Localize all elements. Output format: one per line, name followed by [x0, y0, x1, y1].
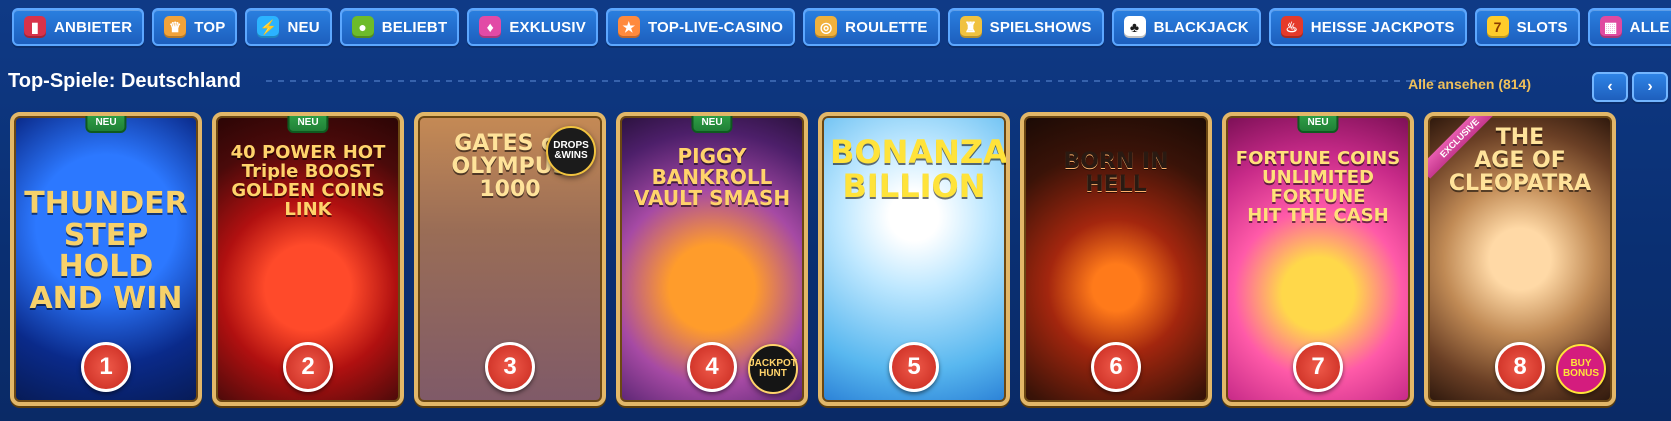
view-all-link[interactable]: Alle ansehen (814)	[1408, 76, 1531, 92]
rank-badge: 6	[1091, 342, 1141, 392]
game-card[interactable]: GATES of OLYMPUS 1000 DROPS &WINS 3	[414, 112, 606, 406]
nav-item-exklusiv[interactable]: ♦ EXKLUSIV	[467, 8, 598, 46]
section-divider	[266, 80, 1436, 82]
chili-icon: ♨	[1280, 16, 1303, 38]
nav-item-top[interactable]: ♛ TOP	[152, 8, 238, 46]
starfish-icon: ★	[617, 16, 640, 38]
nav-item-blackjack[interactable]: ♣ BLACKJACK	[1111, 8, 1261, 46]
chevron-right-icon: ›	[1647, 78, 1653, 95]
game-title: PIGGY BANKROLL VAULT SMASH	[633, 144, 791, 210]
crown-icon: ♛	[164, 16, 187, 38]
chevron-left-icon: ‹	[1607, 78, 1613, 95]
nav-item-beliebt[interactable]: ● BELIEBT	[339, 8, 460, 46]
nav-item-top-live-casino[interactable]: ★ TOP-LIVE-CASINO	[605, 8, 796, 46]
nav-label: TOP	[194, 18, 226, 36]
book-icon: ▮	[24, 16, 46, 38]
next-button[interactable]: ›	[1632, 72, 1668, 102]
game-title: FORTUNE COINS UNLIMITED FORTUNE HIT THE …	[1235, 148, 1401, 226]
nav-label: TOP-LIVE-CASINO	[647, 18, 784, 36]
game-title: 40 POWER HOT Triple BOOST GOLDEN COINS L…	[230, 142, 386, 220]
nav-item-heisse-jackpots[interactable]: ♨ HEISSE JACKPOTS	[1268, 8, 1467, 46]
grid-icon: ▦	[1599, 16, 1622, 38]
nav-item-neu[interactable]: ⚡ NEU	[245, 8, 332, 46]
jackpot-hunt-badge: JACKPOT HUNT	[748, 344, 798, 394]
nav-item-slots[interactable]: 7 SLOTS	[1474, 8, 1580, 46]
buy-bonus-badge: BUY BONUS	[1556, 344, 1606, 394]
game-title: BORN IN HELL	[1063, 149, 1169, 198]
nav-label: EXKLUSIV	[509, 18, 586, 36]
prev-button[interactable]: ‹	[1592, 72, 1628, 102]
rank-badge: 1	[81, 342, 131, 392]
rank-badge: 4	[687, 342, 737, 392]
game-card[interactable]: NEU 40 POWER HOT Triple BOOST GOLDEN COI…	[212, 112, 404, 406]
rank-badge: 3	[485, 342, 535, 392]
new-badge: NEU	[85, 116, 127, 133]
game-carousel: NEU THUNDER STEP HOLD AND WIN 1 NEU 40 P…	[10, 112, 1616, 406]
nav-label: SLOTS	[1516, 18, 1568, 36]
nav-label: BLACKJACK	[1153, 18, 1249, 36]
nav-label: NEU	[287, 18, 320, 36]
game-card[interactable]: BORN IN HELL 6	[1020, 112, 1212, 406]
nav-label: ANBIETER	[54, 18, 133, 36]
game-card[interactable]: NEU THUNDER STEP HOLD AND WIN 1	[10, 112, 202, 406]
new-badge: NEU	[287, 116, 329, 133]
nav-item-anbieter[interactable]: ▮ ANBIETER	[12, 8, 145, 46]
nav-label: ROULETTE	[845, 18, 928, 36]
nav-label: SPIELSHOWS	[989, 18, 1092, 36]
nav-item-roulette[interactable]: ◎ ROULETTE	[803, 8, 940, 46]
game-card[interactable]: NEU FORTUNE COINS UNLIMITED FORTUNE HIT …	[1222, 112, 1414, 406]
game-card[interactable]: NEU PIGGY BANKROLL VAULT SMASH JACKPOT H…	[616, 112, 808, 406]
rank-badge: 8	[1495, 342, 1545, 392]
trophy-icon: ♜	[959, 16, 982, 38]
game-title: THUNDER STEP HOLD AND WIN	[24, 186, 188, 316]
new-badge: NEU	[691, 116, 733, 133]
game-card[interactable]: EXCLUSIVE THE AGE OF CLEOPATRA BUY BONUS…	[1424, 112, 1616, 406]
rank-badge: 2	[283, 342, 333, 392]
lightning-icon: ⚡	[257, 16, 280, 38]
nav-item-spielshows[interactable]: ♜ SPIELSHOWS	[947, 8, 1104, 46]
roulette-icon: ◎	[815, 16, 838, 38]
game-card[interactable]: BONANZA BILLION 5	[818, 112, 1010, 406]
category-nav: ▮ ANBIETER ♛ TOP ⚡ NEU ● BELIEBT ♦ EXKLU…	[0, 0, 1671, 54]
new-badge: NEU	[1297, 116, 1339, 133]
cards-icon: ♣	[1123, 16, 1146, 38]
game-title: BONANZA BILLION	[830, 133, 1008, 205]
nav-label: BELIEBT	[381, 18, 448, 36]
nav-item-alle-spiele[interactable]: ▦ ALLE SPIELE	[1587, 8, 1671, 46]
section-title: Top-Spiele: Deutschland	[8, 70, 241, 92]
nav-label: ALLE SPIELE	[1629, 18, 1671, 36]
slot-icon: 7	[1486, 16, 1509, 38]
rank-badge: 7	[1293, 342, 1343, 392]
gem-icon: ♦	[479, 16, 502, 38]
apple-icon: ●	[351, 16, 374, 38]
rank-badge: 5	[889, 342, 939, 392]
drops-wins-badge: DROPS &WINS	[546, 126, 596, 176]
nav-label: HEISSE JACKPOTS	[1310, 18, 1455, 36]
